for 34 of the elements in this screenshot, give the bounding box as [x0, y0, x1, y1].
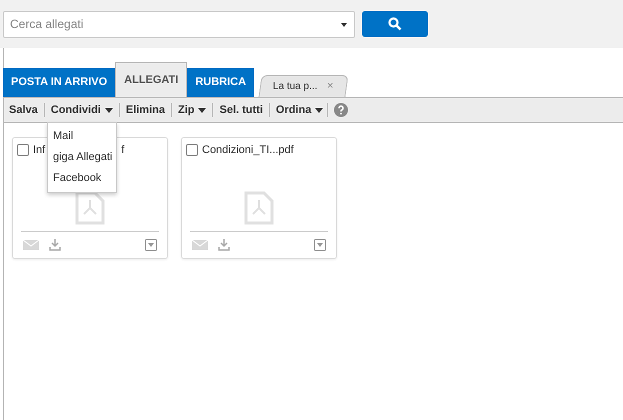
caret-icon: [104, 108, 113, 112]
toolbar-button[interactable]: Zip: [178, 102, 206, 118]
file-name: Inf: [33, 143, 46, 158]
mail-icon[interactable]: [192, 240, 208, 250]
toolbar-button[interactable]: Sel. tutti: [219, 102, 263, 118]
search-field[interactable]: Cerca allegati: [3, 10, 355, 38]
caret-icon[interactable]: [341, 22, 347, 26]
file-name: Condizioni_TI...pdf: [202, 143, 294, 158]
tab[interactable]: ALLEGATI: [115, 62, 188, 97]
mail-icon[interactable]: [23, 240, 39, 250]
file-card[interactable]: Condizioni_TI...pdf: [181, 137, 337, 259]
menu-item[interactable]: Facebook: [48, 168, 116, 189]
caret-icon: [315, 108, 324, 112]
toolbar-button[interactable]: Condividi: [50, 102, 113, 118]
download-icon[interactable]: [218, 239, 230, 251]
caret-icon: [198, 108, 206, 112]
toolbar-button[interactable]: Salva: [9, 102, 38, 118]
file-checkbox[interactable]: [186, 144, 198, 156]
help-icon[interactable]: [334, 103, 348, 117]
file-name: f: [121, 143, 124, 158]
file-checkbox[interactable]: [17, 144, 29, 156]
menu-item[interactable]: giga Allegati: [48, 147, 116, 168]
pdf-file-icon: [244, 191, 274, 225]
tab[interactable]: POSTA IN ARRIVO: [3, 68, 116, 97]
toolbar-button[interactable]: Ordina: [276, 102, 324, 118]
tab[interactable]: RUBRICA: [187, 68, 254, 97]
search-icon: [388, 17, 402, 31]
pdf-file-icon: [75, 191, 105, 225]
search-button[interactable]: [362, 11, 428, 37]
dropdown-icon[interactable]: [314, 239, 326, 251]
download-icon[interactable]: [49, 239, 61, 251]
dropdown-icon[interactable]: [145, 239, 157, 251]
tab[interactable]: La tua p... ×: [258, 75, 349, 97]
toolbar-button[interactable]: Elimina: [126, 102, 165, 118]
